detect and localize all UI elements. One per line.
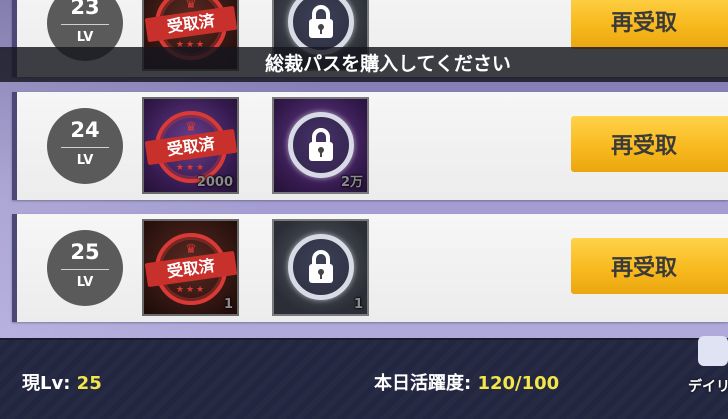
level-badge: 25 LV bbox=[47, 230, 123, 306]
free-reward-slot[interactable]: ♛ ★★★ 受取済 1 bbox=[142, 219, 239, 316]
current-level-value: 25 bbox=[76, 373, 102, 394]
status-footer: 現Lv: 25 本日活躍度: 120/100 bbox=[0, 338, 728, 419]
reward-quantity: 2万 bbox=[340, 175, 363, 190]
level-number: 24 bbox=[70, 118, 100, 142]
daily-button-label: デイリ bbox=[688, 379, 728, 395]
reward-quantity: 2000 bbox=[196, 175, 233, 190]
free-reward-slot[interactable]: ♛ ★★★ 受取済 2000 bbox=[142, 97, 239, 194]
reward-row: 25 LV ♛ ★★★ 受取済 1 1 再受取 bbox=[12, 214, 728, 322]
level-label: LV bbox=[76, 30, 94, 45]
level-divider bbox=[61, 24, 109, 25]
reclaim-button[interactable]: 再受取 bbox=[571, 0, 728, 49]
level-badge: 24 LV bbox=[47, 108, 123, 184]
lock-icon bbox=[288, 112, 354, 178]
level-label: LV bbox=[76, 275, 94, 290]
level-number: 25 bbox=[70, 240, 100, 264]
reclaim-button[interactable]: 再受取 bbox=[571, 116, 728, 172]
reward-row: 24 LV ♛ ★★★ 受取済 2000 2万 再受取 bbox=[12, 92, 728, 200]
daily-activity-label: 本日活躍度: bbox=[374, 373, 478, 394]
gift-icon bbox=[698, 336, 728, 366]
current-level-label: 現Lv: bbox=[22, 373, 77, 394]
daily-activity-value: 120/100 bbox=[477, 373, 560, 394]
level-divider bbox=[61, 147, 109, 148]
reward-quantity: 1 bbox=[223, 297, 233, 312]
reward-quantity: 1 bbox=[353, 297, 363, 312]
daily-activity: 本日活躍度: 120/100 bbox=[374, 369, 559, 395]
lock-icon bbox=[288, 234, 354, 300]
reclaim-button[interactable]: 再受取 bbox=[571, 238, 728, 294]
pass-reward-slot[interactable]: 2万 bbox=[272, 97, 369, 194]
level-divider bbox=[61, 269, 109, 270]
level-number: 23 bbox=[70, 0, 100, 19]
pass-reward-slot[interactable]: 1 bbox=[272, 219, 369, 316]
daily-button[interactable]: デイリ bbox=[682, 328, 728, 419]
current-level: 現Lv: 25 bbox=[22, 369, 102, 395]
level-label: LV bbox=[76, 153, 94, 168]
purchase-pass-banner: 総裁パスを購入してください bbox=[0, 47, 728, 82]
